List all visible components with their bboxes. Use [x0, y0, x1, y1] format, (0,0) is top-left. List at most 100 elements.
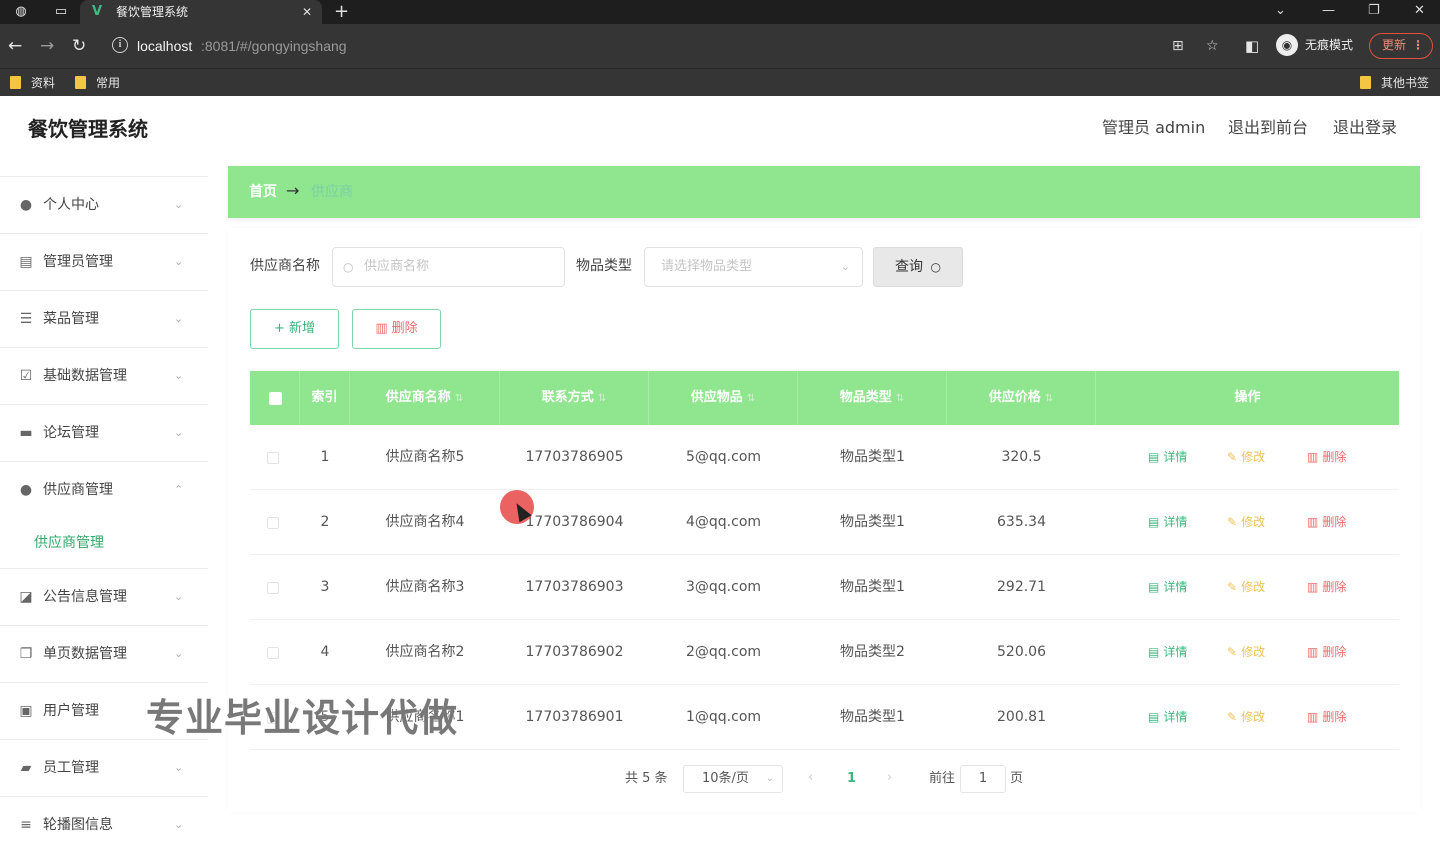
- tab-search-icon[interactable]: ▭: [52, 3, 70, 21]
- batch-delete-button[interactable]: ▥ 删除: [352, 309, 441, 349]
- bookmark-star-icon[interactable]: ☆: [1206, 36, 1219, 56]
- edit-button[interactable]: ✎ 修改: [1227, 555, 1265, 620]
- cell-supply-item: 4@qq.com: [685, 514, 762, 530]
- delete-button[interactable]: ▥ 删除: [1307, 425, 1346, 490]
- col-supply-price[interactable]: 供应价格 ⇅: [947, 371, 1096, 425]
- edit-button[interactable]: ✎ 修改: [1227, 490, 1265, 555]
- sidebar-item-staff[interactable]: ▰ 员工管理 ⌄: [0, 739, 208, 796]
- add-button[interactable]: + 新增: [250, 309, 339, 349]
- admin-label[interactable]: 管理员 admin: [1102, 118, 1205, 138]
- bookmark-folder-0[interactable]: 资料: [10, 73, 55, 93]
- col-supply-item[interactable]: 供应物品 ⇅: [649, 371, 798, 425]
- item-type-select[interactable]: 请选择物品类型 ⌄: [644, 247, 863, 287]
- row-checkbox[interactable]: [267, 647, 279, 659]
- table-row: 1 供应商名称5 17703786905 5@qq.com 物品类型1 320.5 ▤ 详情 ✎…: [250, 425, 1399, 490]
- sidebar-item-announcements[interactable]: ◪ 公告信息管理 ⌄: [0, 568, 208, 625]
- detail-button[interactable]: ▤ 详情: [1148, 490, 1187, 555]
- sidebar-item-label: 公告信息管理: [43, 589, 127, 605]
- sidebar-item-carousel[interactable]: ≡ 轮播图信息 ⌄: [0, 796, 208, 848]
- restore-icon[interactable]: ❐: [1368, 2, 1380, 20]
- update-button[interactable]: 更新 ⋮: [1369, 33, 1433, 59]
- edit-button[interactable]: ✎ 修改: [1227, 685, 1265, 750]
- cell-supplier-name: 供应商名称4: [385, 514, 465, 530]
- page-number[interactable]: 1: [847, 769, 856, 789]
- side-panel-icon[interactable]: ◧: [1245, 35, 1259, 57]
- globe-icon[interactable]: ◍: [12, 3, 30, 21]
- clipboard-icon: ▤: [19, 254, 33, 270]
- sidebar-item-supplier[interactable]: ● 供应商管理 ⌃: [0, 461, 208, 518]
- chevron-down-icon: ⌄: [174, 198, 184, 211]
- bookmarks-bar: 资料 常用 其他书签: [0, 68, 1440, 96]
- col-supplier-name[interactable]: 供应商名称 ⇅: [350, 371, 500, 425]
- detail-label: 详情: [1163, 515, 1188, 529]
- chevron-down-icon: ⌄: [174, 312, 184, 325]
- sidebar-item-basic-data[interactable]: ☑ 基础数据管理 ⌄: [0, 347, 208, 404]
- page-size-select[interactable]: 10条/页 ⌄: [683, 765, 783, 793]
- detail-button[interactable]: ▤ 详情: [1148, 425, 1187, 490]
- search-icon: ○: [930, 260, 941, 274]
- item-type-label: 物品类型: [576, 258, 632, 274]
- close-tab-icon[interactable]: ✕: [302, 3, 312, 21]
- detail-button[interactable]: ▤ 详情: [1148, 685, 1187, 750]
- next-page-icon[interactable]: ›: [887, 768, 892, 788]
- sidebar-item-personal-center[interactable]: ● 个人中心 ⌄: [0, 176, 208, 233]
- back-icon[interactable]: ←: [8, 35, 22, 57]
- col-index[interactable]: 索引: [300, 371, 350, 425]
- delete-label: 删除: [1322, 515, 1347, 529]
- delete-button[interactable]: ▥ 删除: [1307, 685, 1346, 750]
- site-info-icon[interactable]: i: [112, 37, 128, 53]
- prev-page-icon[interactable]: ‹: [808, 768, 813, 788]
- app-title: 餐饮管理系统: [28, 117, 148, 141]
- user-icon: ●: [19, 482, 33, 498]
- detail-label: 详情: [1163, 580, 1188, 594]
- browser-tab[interactable]: V 餐饮管理系统 ✕: [80, 0, 322, 24]
- other-bookmarks[interactable]: 其他书签: [1360, 73, 1429, 93]
- col-item-type[interactable]: 物品类型 ⇅: [798, 371, 947, 425]
- delete-button[interactable]: ▥ 删除: [1307, 555, 1346, 620]
- sort-icon: ⇅: [895, 393, 905, 404]
- row-checkbox[interactable]: [267, 452, 279, 464]
- select-all-checkbox[interactable]: [269, 392, 282, 405]
- forward-icon[interactable]: →: [40, 35, 54, 57]
- sidebar-item-single-page[interactable]: ❐ 单页数据管理 ⌄: [0, 625, 208, 682]
- breadcrumb-home[interactable]: 首页: [249, 182, 277, 202]
- row-checkbox[interactable]: [267, 582, 279, 594]
- goto-page-input[interactable]: 1: [960, 765, 1006, 793]
- minimize-icon[interactable]: —: [1322, 2, 1335, 20]
- sidebar-item-dishes[interactable]: ☰ 菜品管理 ⌄: [0, 290, 208, 347]
- trash-icon: ▥: [1307, 645, 1319, 659]
- logout-link[interactable]: 退出登录: [1333, 118, 1397, 138]
- close-window-icon[interactable]: ✕: [1414, 2, 1425, 20]
- edit-icon: ✎: [1227, 515, 1238, 529]
- translate-icon[interactable]: ⊞: [1172, 36, 1184, 56]
- delete-button[interactable]: ▥ 删除: [1307, 490, 1346, 555]
- reload-icon[interactable]: ↻: [72, 35, 86, 57]
- list-icon: ≡: [20, 817, 32, 833]
- url-path: :8081/#/gongyingshang: [201, 38, 347, 54]
- detail-button[interactable]: ▤ 详情: [1148, 620, 1187, 685]
- goto-unit: 页: [1010, 771, 1024, 786]
- tab-list-icon[interactable]: ⌄: [1275, 2, 1286, 20]
- sidebar-item-label: 用户管理: [43, 703, 99, 719]
- cell-supply-item: 3@qq.com: [685, 579, 762, 595]
- delete-label: 删除: [1322, 450, 1347, 464]
- exit-to-front-link[interactable]: 退出到前台: [1228, 118, 1308, 138]
- edit-button[interactable]: ✎ 修改: [1227, 620, 1265, 685]
- new-tab-icon[interactable]: +: [334, 1, 349, 23]
- bookmark-folder-1[interactable]: 常用: [75, 73, 120, 93]
- delete-button[interactable]: ▥ 删除: [1307, 620, 1346, 685]
- query-button[interactable]: 查询 ○: [873, 247, 963, 287]
- detail-icon: ▤: [1148, 580, 1160, 594]
- sidebar-subitem-supplier[interactable]: 供应商管理: [0, 518, 208, 568]
- chevron-down-icon: ⌄: [840, 260, 850, 273]
- address-bar[interactable]: i localhost :8081/#/gongyingshang ⊞ ☆: [104, 31, 1238, 61]
- supplier-name-input[interactable]: ○ 供应商名称: [332, 247, 565, 287]
- sidebar-item-admin[interactable]: ▤ 管理员管理 ⌄: [0, 233, 208, 290]
- sidebar-item-forum[interactable]: ▬ 论坛管理 ⌄: [0, 404, 208, 461]
- row-checkbox[interactable]: [267, 517, 279, 529]
- trash-icon: ▥: [1307, 450, 1319, 464]
- detail-button[interactable]: ▤ 详情: [1148, 555, 1187, 620]
- edit-button[interactable]: ✎ 修改: [1227, 425, 1265, 490]
- cell-contact: 17703786905: [525, 449, 624, 465]
- col-contact[interactable]: 联系方式 ⇅: [500, 371, 649, 425]
